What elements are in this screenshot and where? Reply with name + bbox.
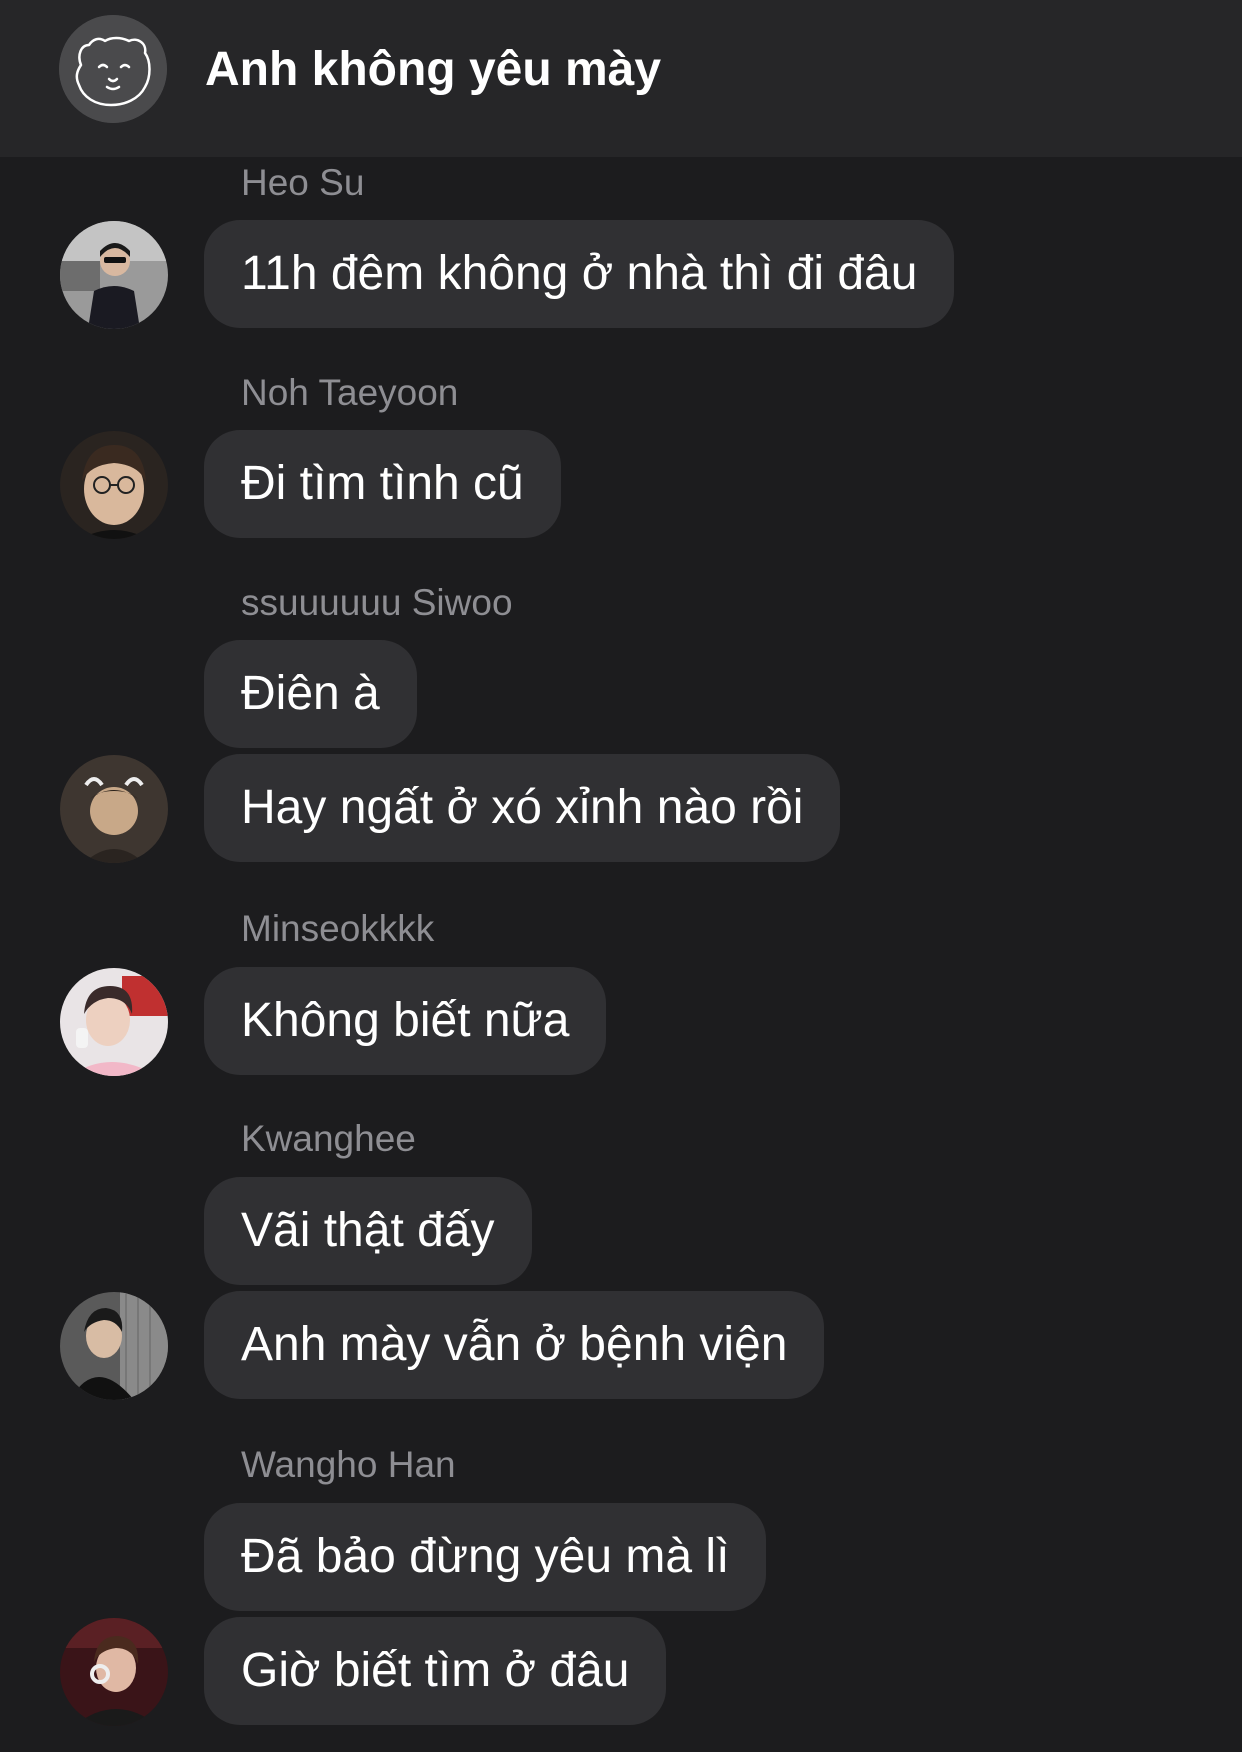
chat-header: Anh không yêu mày <box>0 0 1242 157</box>
group-avatar[interactable] <box>59 15 167 123</box>
avatar-siwoo[interactable] <box>60 755 168 863</box>
bear-face-icon <box>59 15 167 123</box>
message-bubble[interactable]: Anh mày vẫn ở bệnh viện <box>204 1291 825 1399</box>
message-bubble[interactable]: 11h đêm không ở nhà thì đi đâu <box>204 220 955 328</box>
message-bubble[interactable]: Không biết nữa <box>204 967 607 1075</box>
sender-name: Heo Su <box>241 162 365 203</box>
avatar-heo-su[interactable] <box>60 221 168 329</box>
sender-name: ssuuuuuu Siwoo <box>241 582 513 623</box>
message-bubble[interactable]: Hay ngất ở xó xỉnh nào rồi <box>204 754 841 862</box>
message-bubble[interactable]: Đi tìm tình cũ <box>204 430 561 538</box>
message-bubble[interactable]: Vãi thật đấy <box>204 1177 532 1285</box>
sender-name: Minseokkkk <box>241 908 435 949</box>
avatar-noh-taeyoon[interactable] <box>60 431 168 539</box>
group-title: Anh không yêu mày <box>205 43 662 96</box>
sender-name: Wangho Han <box>241 1444 456 1485</box>
avatar-kwanghee[interactable] <box>60 1292 168 1400</box>
avatar-wangho-han[interactable] <box>60 1618 168 1726</box>
message-bubble[interactable]: Điên à <box>204 640 417 748</box>
message-bubble[interactable]: Giờ biết tìm ở đâu <box>204 1617 667 1725</box>
avatar-minseok[interactable] <box>60 968 168 1076</box>
sender-name: Kwanghee <box>241 1118 416 1159</box>
message-bubble[interactable]: Đã bảo đừng yêu mà lì <box>204 1503 767 1611</box>
sender-name: Noh Taeyoon <box>241 372 459 413</box>
